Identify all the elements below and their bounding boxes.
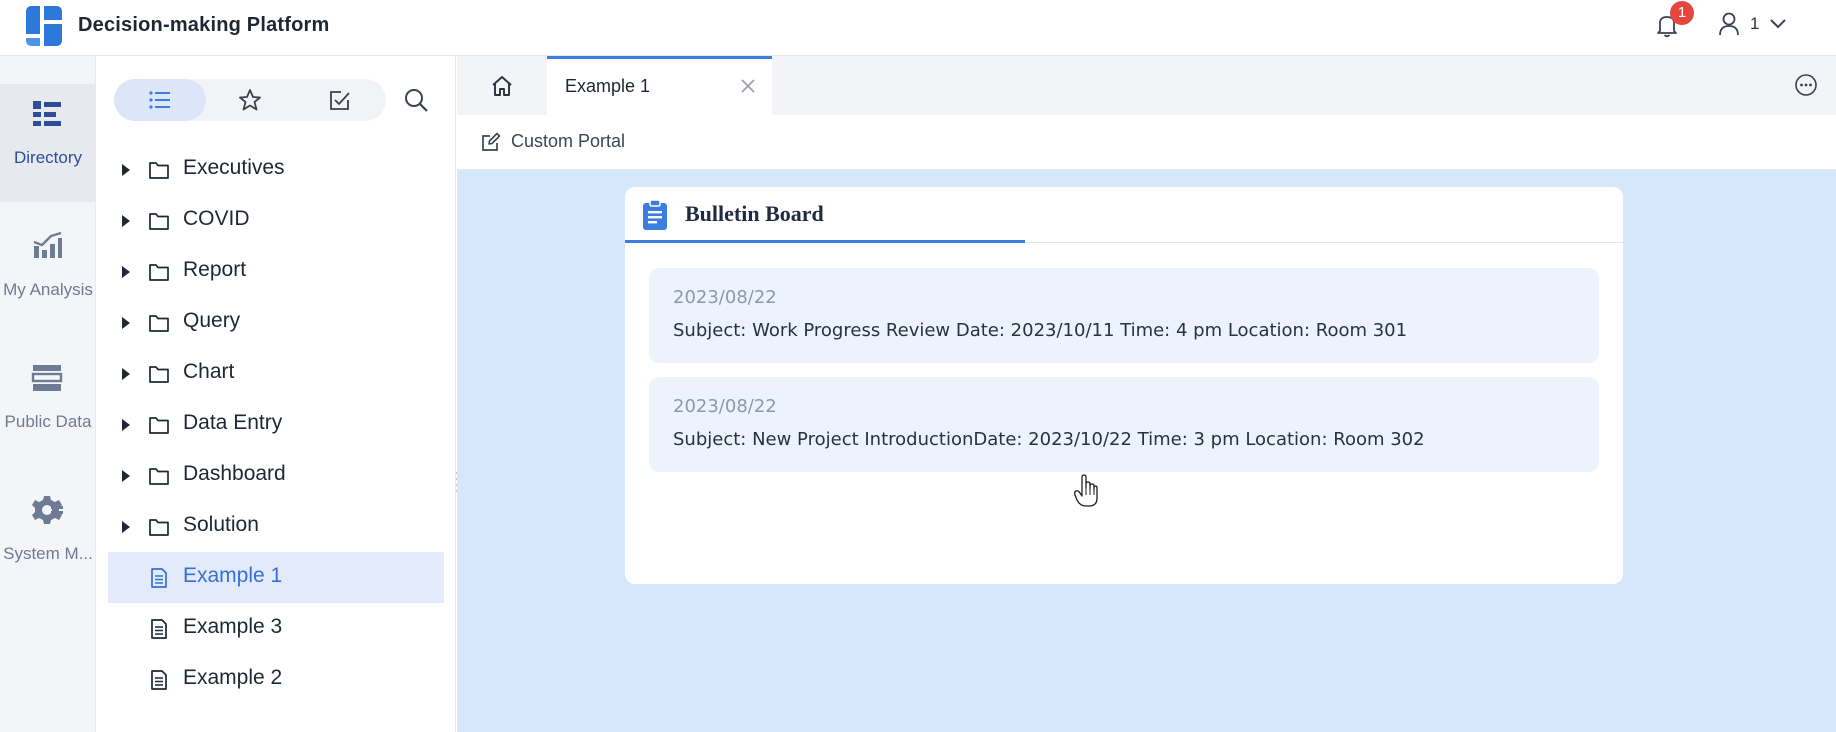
user-name: 1 [1750, 14, 1760, 33]
folder-icon [149, 315, 169, 332]
tree-folder-report[interactable]: Report [108, 246, 444, 297]
rail-label: Public Data [4, 412, 92, 431]
notice-text: Subject: New Project IntroductionDate: 2… [673, 429, 1425, 450]
close-icon[interactable] [739, 77, 757, 95]
home-tab[interactable] [457, 56, 547, 115]
home-icon [492, 75, 512, 96]
folder-icon [149, 264, 169, 281]
checked-box-icon [330, 91, 350, 110]
database-icon [31, 365, 63, 391]
bulletin-board-header: Bulletin Board [625, 187, 1623, 243]
user-menu[interactable]: 1 [1718, 12, 1787, 36]
analysis-chart-icon [33, 231, 62, 258]
view-segment-control [114, 79, 386, 121]
caret-right-icon[interactable] [122, 419, 130, 431]
platform-logo [26, 6, 62, 46]
rail-item-public-data[interactable]: Public Data [0, 348, 96, 466]
tab-bar: Example 1 [457, 56, 1836, 115]
caret-right-icon[interactable] [122, 164, 130, 176]
notice-date: 2023/08/22 [673, 396, 777, 417]
caret-right-icon[interactable] [122, 317, 130, 329]
rail-label: My Analysis [3, 280, 93, 299]
tree-item-label: Example 1 [183, 564, 283, 587]
caret-right-icon[interactable] [122, 368, 130, 380]
notice-item[interactable]: 2023/08/22 Subject: Work Progress Review… [649, 268, 1599, 363]
folder-icon [149, 213, 169, 230]
chevron-down-icon [1770, 19, 1787, 29]
tree-file-example-3[interactable]: Example 3 [108, 603, 444, 654]
notification-badge: 1 [1670, 1, 1694, 25]
tab-example-1[interactable]: Example 1 [547, 56, 772, 115]
tree-folder-chart[interactable]: Chart [108, 348, 444, 399]
portal-toolbar: Custom Portal [457, 115, 1836, 170]
star-icon [239, 89, 261, 111]
main-content: Example 1 Custom Portal Bulletin Board 2… [457, 56, 1836, 732]
tree-folder-data-entry[interactable]: Data Entry [108, 399, 444, 450]
tree-item-label: Example 2 [183, 666, 283, 689]
caret-right-icon[interactable] [122, 215, 130, 227]
list-view-tab[interactable] [114, 79, 206, 121]
tree-folder-solution[interactable]: Solution [108, 501, 444, 552]
document-icon [151, 568, 167, 588]
tree-item-label: Solution [183, 513, 259, 536]
directory-tree-panel: Executives COVID Report Query Chart Data… [96, 56, 456, 732]
rail-item-directory[interactable]: Directory [0, 84, 96, 202]
tree-folder-executives[interactable]: Executives [108, 144, 444, 195]
tree-file-example-1[interactable]: Example 1 [108, 552, 444, 603]
user-avatar-icon [1719, 12, 1739, 36]
document-icon [151, 670, 167, 690]
document-icon [151, 619, 167, 639]
app-title: Decision-making Platform [78, 14, 330, 36]
tree-item-label: Executives [183, 156, 285, 179]
gear-icon [32, 496, 63, 524]
notice-item[interactable]: 2023/08/22 Subject: New Project Introduc… [649, 377, 1599, 472]
tree-folder-query[interactable]: Query [108, 297, 444, 348]
clipboard-icon [643, 199, 667, 230]
tree-item-label: Report [183, 258, 247, 281]
directory-icon [33, 101, 61, 126]
caret-right-icon[interactable] [122, 470, 130, 482]
favorites-tab[interactable] [204, 79, 296, 121]
edit-icon [482, 132, 501, 151]
app-window: Decision-making Platform 1 1 Directory M… [0, 0, 1836, 732]
folder-icon [149, 162, 169, 179]
tree-item-label: Query [183, 309, 241, 332]
top-header: Decision-making Platform 1 1 [0, 0, 1836, 56]
bulletin-board-title: Bulletin Board [685, 201, 824, 226]
tree-item-label: COVID [183, 207, 250, 230]
rail-label: Directory [13, 148, 82, 167]
folder-icon [149, 417, 169, 434]
rail-item-my-analysis[interactable]: My Analysis [0, 216, 96, 334]
list-icon [149, 91, 170, 109]
caret-right-icon[interactable] [122, 521, 130, 533]
tree-folder-dashboard[interactable]: Dashboard [108, 450, 444, 501]
tasks-tab[interactable] [294, 79, 386, 121]
module-rail: Directory My Analysis Public Data System… [0, 56, 96, 732]
folder-icon [149, 519, 169, 536]
tree-folder-covid[interactable]: COVID [108, 195, 444, 246]
bulletin-board-card: Bulletin Board 2023/08/22 Subject: Work … [625, 187, 1623, 584]
tree-file-example-2[interactable]: Example 2 [108, 654, 444, 705]
caret-right-icon[interactable] [122, 266, 130, 278]
tree-item-label: Chart [183, 360, 235, 383]
rail-label: System M... [3, 544, 93, 563]
notice-date: 2023/08/22 [673, 287, 777, 308]
rail-item-system-management[interactable]: System M... [0, 480, 96, 598]
header-accent-underline [625, 240, 1025, 243]
custom-portal-button[interactable]: Custom Portal [481, 131, 625, 152]
tree-item-label: Data Entry [183, 411, 283, 434]
tree-item-label: Example 3 [183, 615, 283, 638]
folder-icon [149, 468, 169, 485]
more-options-icon[interactable] [1794, 73, 1818, 97]
folder-icon [149, 366, 169, 383]
hand-cursor-icon [1074, 474, 1098, 507]
search-icon[interactable] [402, 86, 430, 114]
custom-portal-label: Custom Portal [511, 131, 626, 151]
notice-text: Subject: Work Progress Review Date: 2023… [673, 320, 1408, 341]
tree-item-label: Dashboard [183, 462, 286, 485]
tab-label: Example 1 [565, 76, 651, 96]
